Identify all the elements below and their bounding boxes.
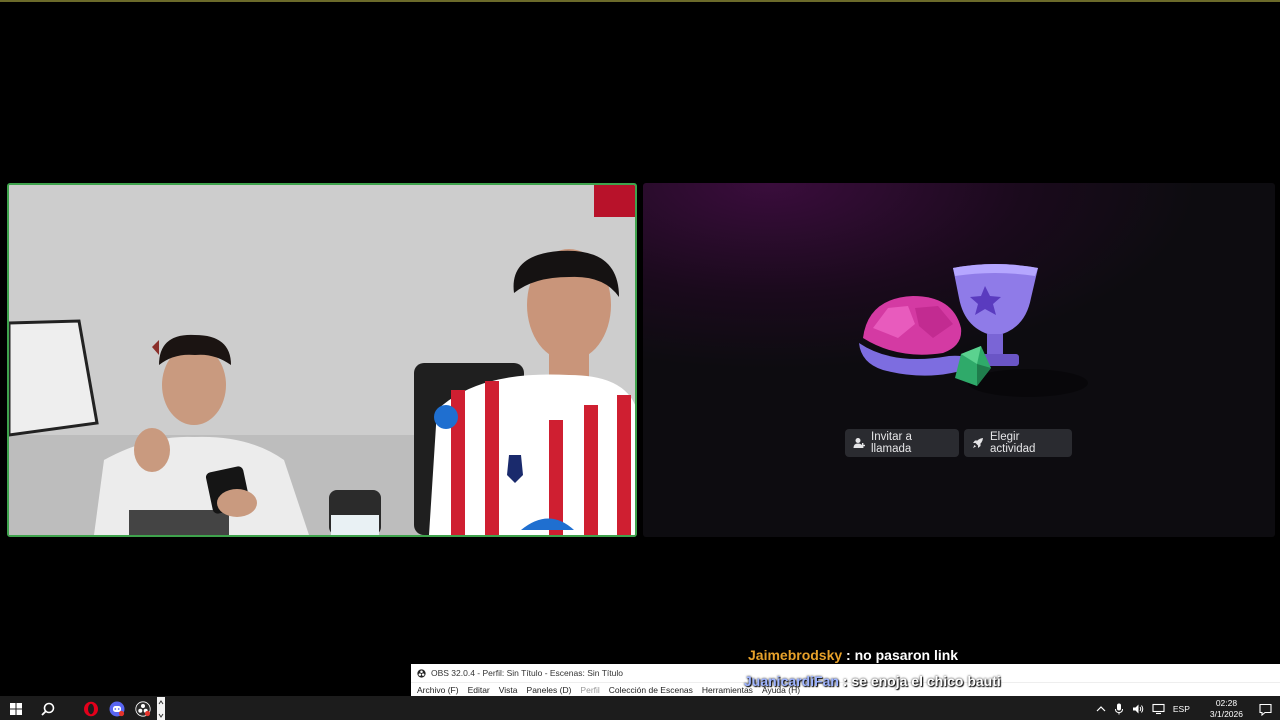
obs-window-title: OBS 32.0.4 - Perfil: Sin Título - Escena… <box>431 668 623 678</box>
discord-icon <box>109 701 125 717</box>
obs-icon <box>135 701 151 717</box>
clock-time: 02:28 <box>1215 698 1238 708</box>
taskbar-app-discord[interactable] <box>104 696 130 720</box>
menu-file[interactable]: Archivo (F) <box>417 685 459 695</box>
webcam-video-tile[interactable] <box>7 183 637 537</box>
chat-separator: : <box>838 673 852 689</box>
microphone-icon[interactable] <box>1114 703 1124 715</box>
chat-text: no pasaron link <box>854 647 959 663</box>
windows-logo-icon <box>10 703 22 715</box>
add-user-icon <box>853 438 865 448</box>
chat-username: JuanicardiFan <box>744 673 839 689</box>
obs-logo-icon <box>417 668 426 678</box>
webcam-video-frame <box>9 185 635 535</box>
taskbar: ESP 02:28 3/1/2026 <box>0 696 1280 720</box>
menu-edit[interactable]: Editar <box>468 685 490 695</box>
speaker-icon[interactable] <box>1132 703 1144 715</box>
choose-activity-button[interactable]: Elegir actividad <box>964 429 1072 457</box>
network-icon[interactable] <box>1152 703 1165 715</box>
menu-scene-collection[interactable]: Colección de Escenas <box>609 685 693 695</box>
start-button[interactable] <box>0 696 32 720</box>
activity-panel: Invitar a llamada Elegir actividad <box>643 183 1275 537</box>
invite-to-call-button[interactable]: Invitar a llamada <box>845 429 959 457</box>
search-button[interactable] <box>32 696 64 720</box>
invite-to-call-label: Invitar a llamada <box>871 431 912 455</box>
taskbar-app-opera[interactable] <box>78 696 104 720</box>
menu-docks[interactable]: Paneles (D) <box>527 685 572 695</box>
choose-activity-label: Elegir actividad <box>990 431 1036 455</box>
taskbar-app-obs[interactable] <box>130 696 156 720</box>
menu-view[interactable]: Vista <box>499 685 518 695</box>
input-language-indicator[interactable]: ESP <box>1173 704 1190 714</box>
chevron-up-icon[interactable] <box>1096 705 1106 713</box>
search-icon <box>41 702 55 716</box>
system-tray: ESP 02:28 3/1/2026 <box>1096 696 1280 720</box>
notifications-icon[interactable] <box>1259 703 1272 716</box>
menu-profile[interactable]: Perfil <box>580 685 599 695</box>
chat-message: Jaimebrodsky : no pasaron link <box>748 647 958 663</box>
chat-message: JuanicardiFan : se enoja el chico bauti <box>744 673 1001 689</box>
activities-illustration <box>859 264 1088 397</box>
chevron-up-down-icon <box>157 697 165 720</box>
chat-separator: : <box>842 647 855 663</box>
chat-username: Jaimebrodsky <box>748 647 843 663</box>
taskbar-clock[interactable]: 02:28 3/1/2026 <box>1198 698 1251 720</box>
taskbar-scroll-control[interactable] <box>156 696 166 720</box>
clock-date: 3/1/2026 <box>1209 709 1243 719</box>
rocket-icon <box>973 438 983 448</box>
opera-icon <box>84 701 98 717</box>
stream-screen: Invitar a llamada Elegir actividad Jaime… <box>0 0 1280 720</box>
chat-text: se enoja el chico bauti <box>851 673 1001 689</box>
